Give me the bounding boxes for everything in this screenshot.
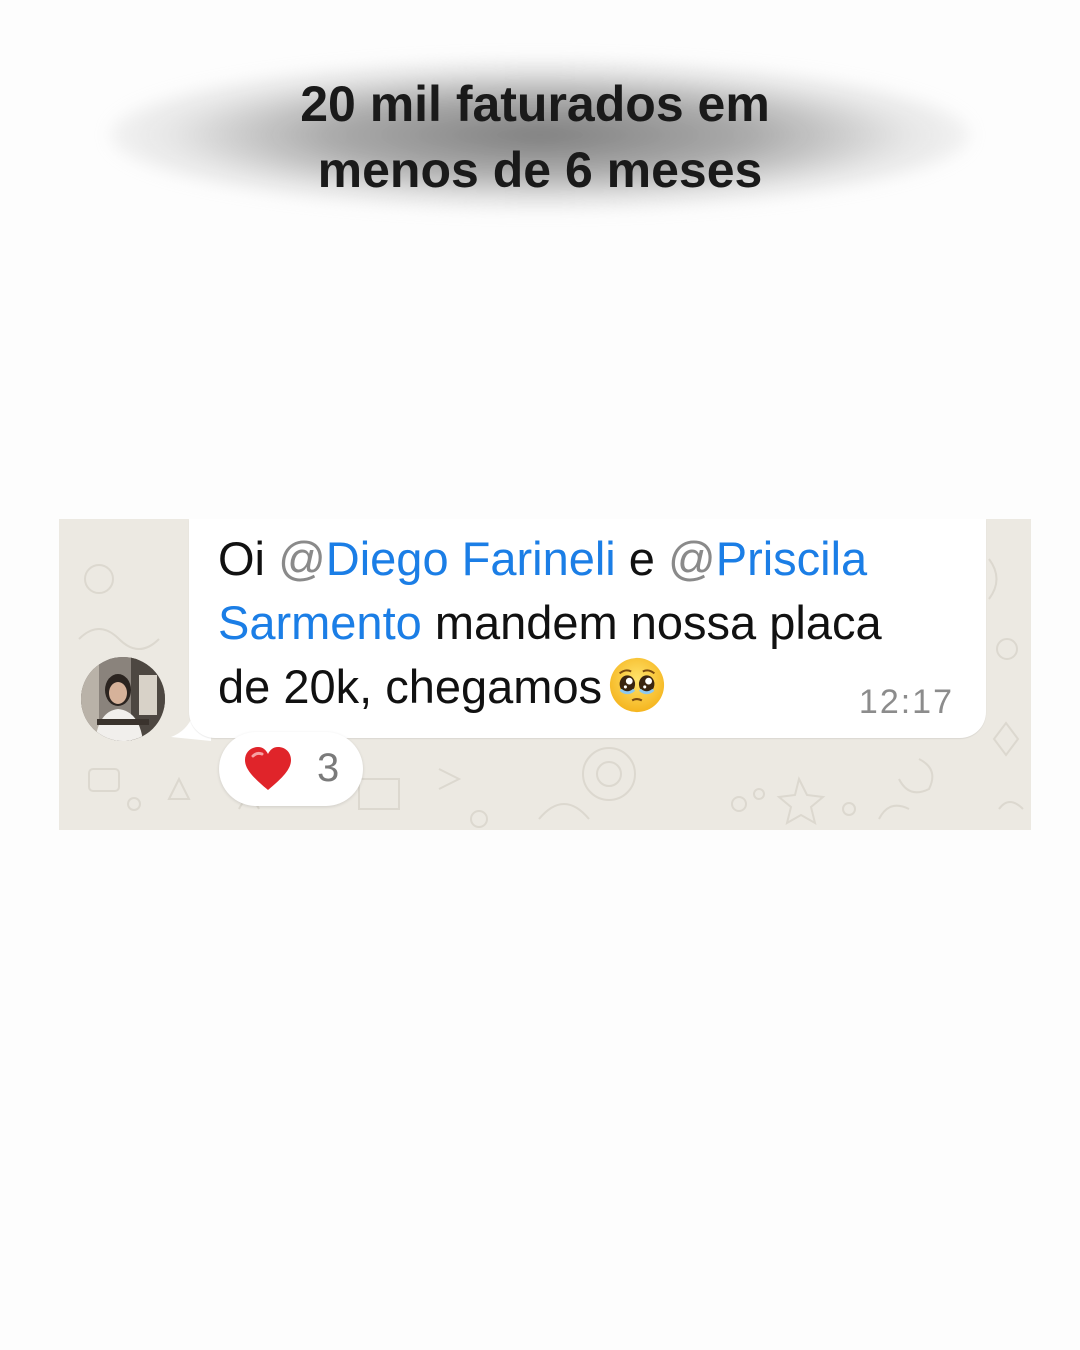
message-text: Oi @Diego Farineli e @Priscila Sarmento … <box>218 527 938 720</box>
reaction-count: 3 <box>317 746 340 790</box>
message-text-part: e <box>615 532 669 585</box>
headline: 20 mil faturados em menos de 6 meses <box>0 78 1080 196</box>
mention-diego[interactable]: Diego Farineli <box>326 532 616 585</box>
pleading-face-icon <box>610 657 665 712</box>
chat-screenshot: Oi @Diego Farineli e @Priscila Sarmento … <box>59 519 1031 830</box>
heart-icon <box>245 747 291 790</box>
message-text-part: Oi <box>218 532 279 585</box>
reaction-pill[interactable]: 3 <box>219 732 363 806</box>
avatar-photo <box>81 657 165 741</box>
message-timestamp: 12:17 <box>858 683 954 721</box>
mention-at-sign: @ <box>278 532 326 585</box>
headline-line-2: menos de 6 meses <box>317 141 763 198</box>
mention-at-sign: @ <box>668 532 716 585</box>
avatar[interactable] <box>81 657 165 741</box>
message-bubble[interactable]: Oi @Diego Farineli e @Priscila Sarmento … <box>189 519 986 738</box>
headline-line-1: 20 mil faturados em <box>300 76 770 132</box>
headline-area: 20 mil faturados em menos de 6 meses <box>0 0 1080 300</box>
